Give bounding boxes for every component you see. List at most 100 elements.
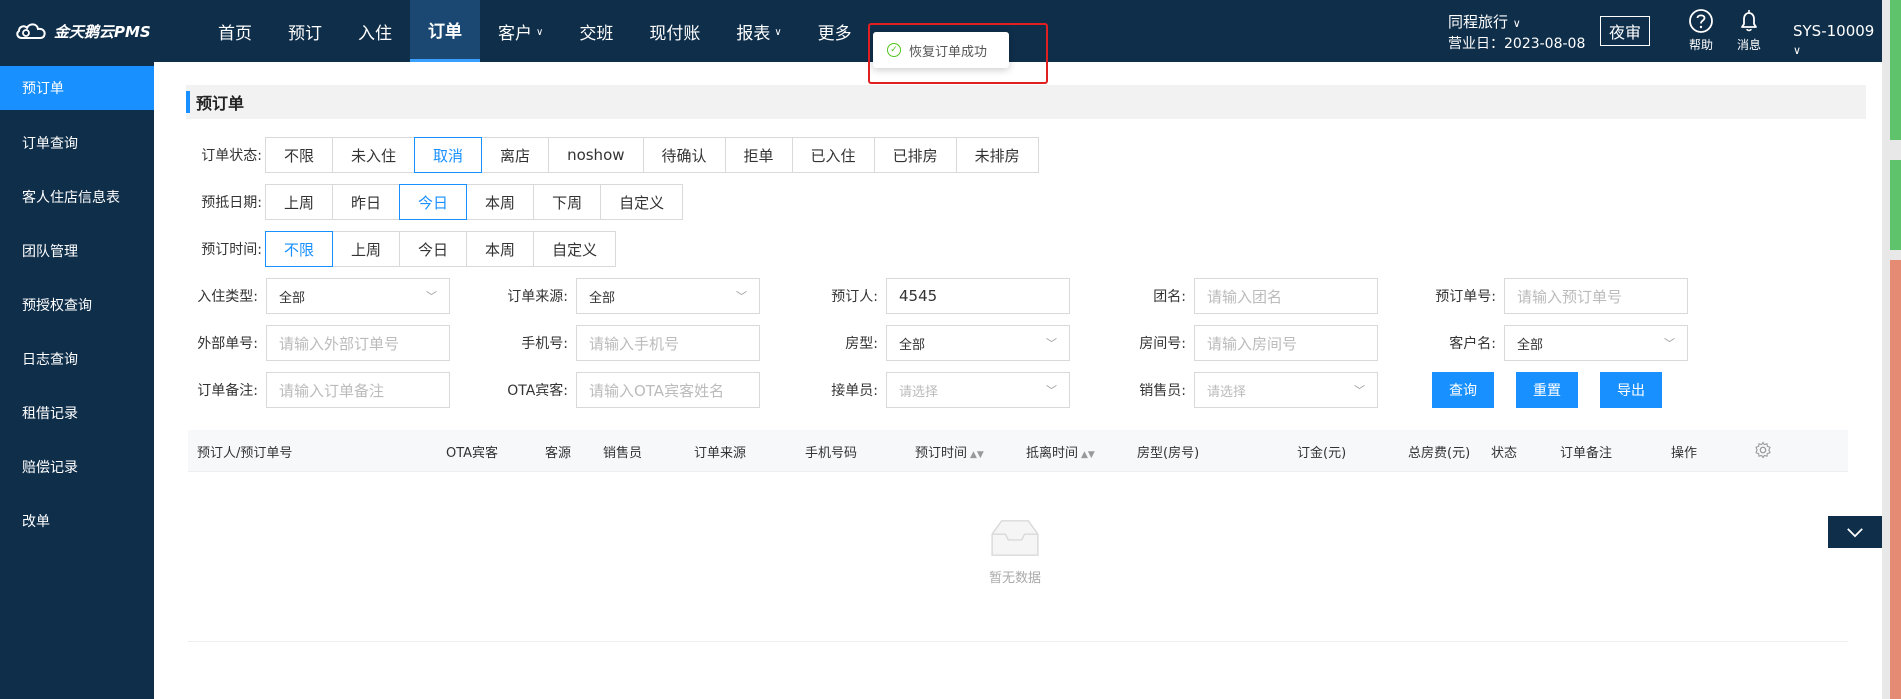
sort-icon: ▲▼	[970, 450, 984, 460]
nav-orders[interactable]: 订单	[410, 0, 480, 62]
reset-button[interactable]: 重置	[1516, 372, 1578, 408]
order-status-filter: 订单状态: 不限 未入住 取消 离店 noshow 待确认 拒单 已入住 已排房…	[194, 137, 1039, 173]
sidebar-item-modify-order[interactable]: 改单	[0, 494, 154, 548]
group-name-field: 团名: 请输入团名	[1118, 278, 1378, 314]
arrival-date-option-this-week[interactable]: 本周	[466, 184, 535, 220]
nav-reports-label: 报表	[736, 23, 771, 44]
nav-more[interactable]: 更多	[800, 0, 870, 62]
ota-guest-field: OTA宾客: 请输入OTA宾客姓名	[502, 372, 760, 408]
order-source-select[interactable]: 全部 ﹀	[576, 278, 760, 314]
column-header-total-room-fee[interactable]: 总房费(元)	[1408, 442, 1470, 461]
order-status-option-not-checked-in[interactable]: 未入住	[332, 137, 416, 173]
receptionist-select[interactable]: 请选择 ﹀	[886, 372, 1070, 408]
sidebar-item-preauth-query[interactable]: 预授权查询	[0, 278, 154, 332]
order-note-label: 订单备注:	[197, 383, 258, 399]
column-header-booking-time[interactable]: 预订时间 ▲▼	[915, 442, 984, 461]
customer-select[interactable]: 全部 ﹀	[1504, 325, 1688, 361]
column-header-source[interactable]: 客源	[545, 442, 571, 461]
column-header-deposit[interactable]: 订金(元)	[1297, 442, 1346, 461]
sidebar-item-group-management[interactable]: 团队管理	[0, 224, 154, 278]
column-header-booker[interactable]: 预订人/预订单号	[197, 442, 292, 461]
nav-checkin[interactable]: 入住	[340, 0, 410, 62]
room-number-input[interactable]: 请输入房间号	[1194, 325, 1378, 361]
nav-booking[interactable]: 预订	[270, 0, 340, 62]
booking-time-option-any[interactable]: 不限	[265, 231, 334, 267]
chevron-down-icon: ∨	[1793, 44, 1802, 57]
order-status-option-checked-in[interactable]: 已入住	[791, 137, 875, 173]
order-source-field: 订单来源: 全部 ﹀	[502, 278, 760, 314]
order-status-option-cancelled[interactable]: 取消	[414, 137, 483, 173]
column-header-booking-time-label: 预订时间	[915, 446, 968, 461]
external-number-field: 外部单号: 请输入外部订单号	[194, 325, 450, 361]
sidebar-item-rental-records[interactable]: 租借记录	[0, 386, 154, 440]
hotel-selector[interactable]: 同程旅行 ∨ 营业日：2023-08-08	[1448, 12, 1585, 54]
nav-shift[interactable]: 交班	[561, 0, 631, 62]
cloud-logo-icon	[16, 23, 46, 39]
arrival-date-option-last-week[interactable]: 上周	[265, 184, 334, 220]
order-status-option-room-assigned[interactable]: 已排房	[873, 137, 957, 173]
sidebar-item-bookings[interactable]: 预订单	[0, 66, 154, 110]
group-name-input[interactable]: 请输入团名	[1194, 278, 1378, 314]
column-header-phone[interactable]: 手机号码	[805, 442, 857, 461]
arrival-date-option-custom[interactable]: 自定义	[600, 184, 684, 220]
ota-guest-input[interactable]: 请输入OTA宾客姓名	[576, 372, 760, 408]
booking-time-option-custom[interactable]: 自定义	[533, 231, 617, 267]
column-header-order-source[interactable]: 订单来源	[694, 442, 746, 461]
help-button[interactable]: 帮助	[1688, 8, 1714, 53]
sidebar: 预订单 订单查询 客人住店信息表 团队管理 预授权查询 日志查询 租借记录 赔偿…	[0, 62, 154, 699]
nav-cash-account[interactable]: 现付账	[631, 0, 718, 62]
export-button[interactable]: 导出	[1600, 372, 1662, 408]
order-status-option-rejected[interactable]: 拒单	[724, 137, 793, 173]
sidebar-item-guest-stay-info[interactable]: 客人住店信息表	[0, 170, 154, 224]
booking-time-option-today[interactable]: 今日	[399, 231, 468, 267]
night-audit-button[interactable]: 夜审	[1600, 16, 1650, 46]
nav-reports[interactable]: 报表 ∨	[718, 0, 799, 62]
gear-icon[interactable]	[1754, 441, 1772, 459]
sidebar-item-log-query[interactable]: 日志查询	[0, 332, 154, 386]
arrival-date-option-next-week[interactable]: 下周	[533, 184, 602, 220]
checkin-type-select[interactable]: 全部 ﹀	[266, 278, 450, 314]
column-header-ota-guest[interactable]: OTA宾客	[446, 442, 498, 461]
external-number-input[interactable]: 请输入外部订单号	[266, 325, 450, 361]
booker-input[interactable]: 4545	[886, 278, 1070, 314]
user-menu[interactable]: SYS-10009 ∨	[1793, 22, 1882, 58]
query-button[interactable]: 查询	[1432, 372, 1494, 408]
column-header-order-note[interactable]: 订单备注	[1560, 442, 1612, 461]
booking-number-label: 预订单号:	[1435, 289, 1496, 305]
sidebar-item-label: 团队管理	[22, 244, 78, 260]
room-type-select[interactable]: 全部 ﹀	[886, 325, 1070, 361]
order-status-option-noshow[interactable]: noshow	[548, 137, 644, 173]
chevron-down-icon	[1847, 527, 1863, 537]
sidebar-item-label: 租借记录	[22, 406, 78, 422]
booking-time-option-last-week[interactable]: 上周	[332, 231, 401, 267]
nav-home[interactable]: 首页	[200, 0, 270, 62]
messages-button[interactable]: 消息	[1736, 8, 1762, 53]
booker-label: 预订人:	[831, 289, 878, 305]
receptionist-label: 接单员:	[831, 383, 878, 399]
booking-number-input[interactable]: 请输入预订单号	[1504, 278, 1688, 314]
nav-cash-account-label: 现付账	[649, 23, 701, 44]
column-header-arrival-departure[interactable]: 抵离时间 ▲▼	[1026, 442, 1095, 461]
nav-customers[interactable]: 客户 ∨	[480, 0, 561, 62]
column-header-status[interactable]: 状态	[1491, 442, 1517, 461]
sort-icon: ▲▼	[1081, 450, 1095, 460]
phone-input[interactable]: 请输入手机号	[576, 325, 760, 361]
column-header-arrival-departure-label: 抵离时间	[1026, 446, 1079, 461]
order-note-input[interactable]: 请输入订单备注	[266, 372, 450, 408]
order-status-option-room-unassigned[interactable]: 未排房	[955, 137, 1039, 173]
sidebar-item-compensation-records[interactable]: 赔偿记录	[0, 440, 154, 494]
arrival-date-option-today[interactable]: 今日	[399, 184, 468, 220]
column-header-actions[interactable]: 操作	[1671, 442, 1697, 461]
app-logo[interactable]: 金天鹅云PMS	[14, 18, 151, 44]
collapse-toggle-button[interactable]	[1828, 516, 1882, 548]
column-header-salesperson[interactable]: 销售员	[603, 442, 642, 461]
order-status-option-checked-out[interactable]: 离店	[481, 137, 550, 173]
order-status-option-pending[interactable]: 待确认	[642, 137, 726, 173]
sidebar-item-order-query[interactable]: 订单查询	[0, 116, 154, 170]
booking-time-option-this-week[interactable]: 本周	[466, 231, 535, 267]
phone-label: 手机号:	[521, 336, 568, 352]
column-header-room-type[interactable]: 房型(房号)	[1137, 442, 1199, 461]
salesperson-select[interactable]: 请选择 ﹀	[1194, 372, 1378, 408]
order-status-option-any[interactable]: 不限	[265, 137, 334, 173]
arrival-date-option-yesterday[interactable]: 昨日	[332, 184, 401, 220]
